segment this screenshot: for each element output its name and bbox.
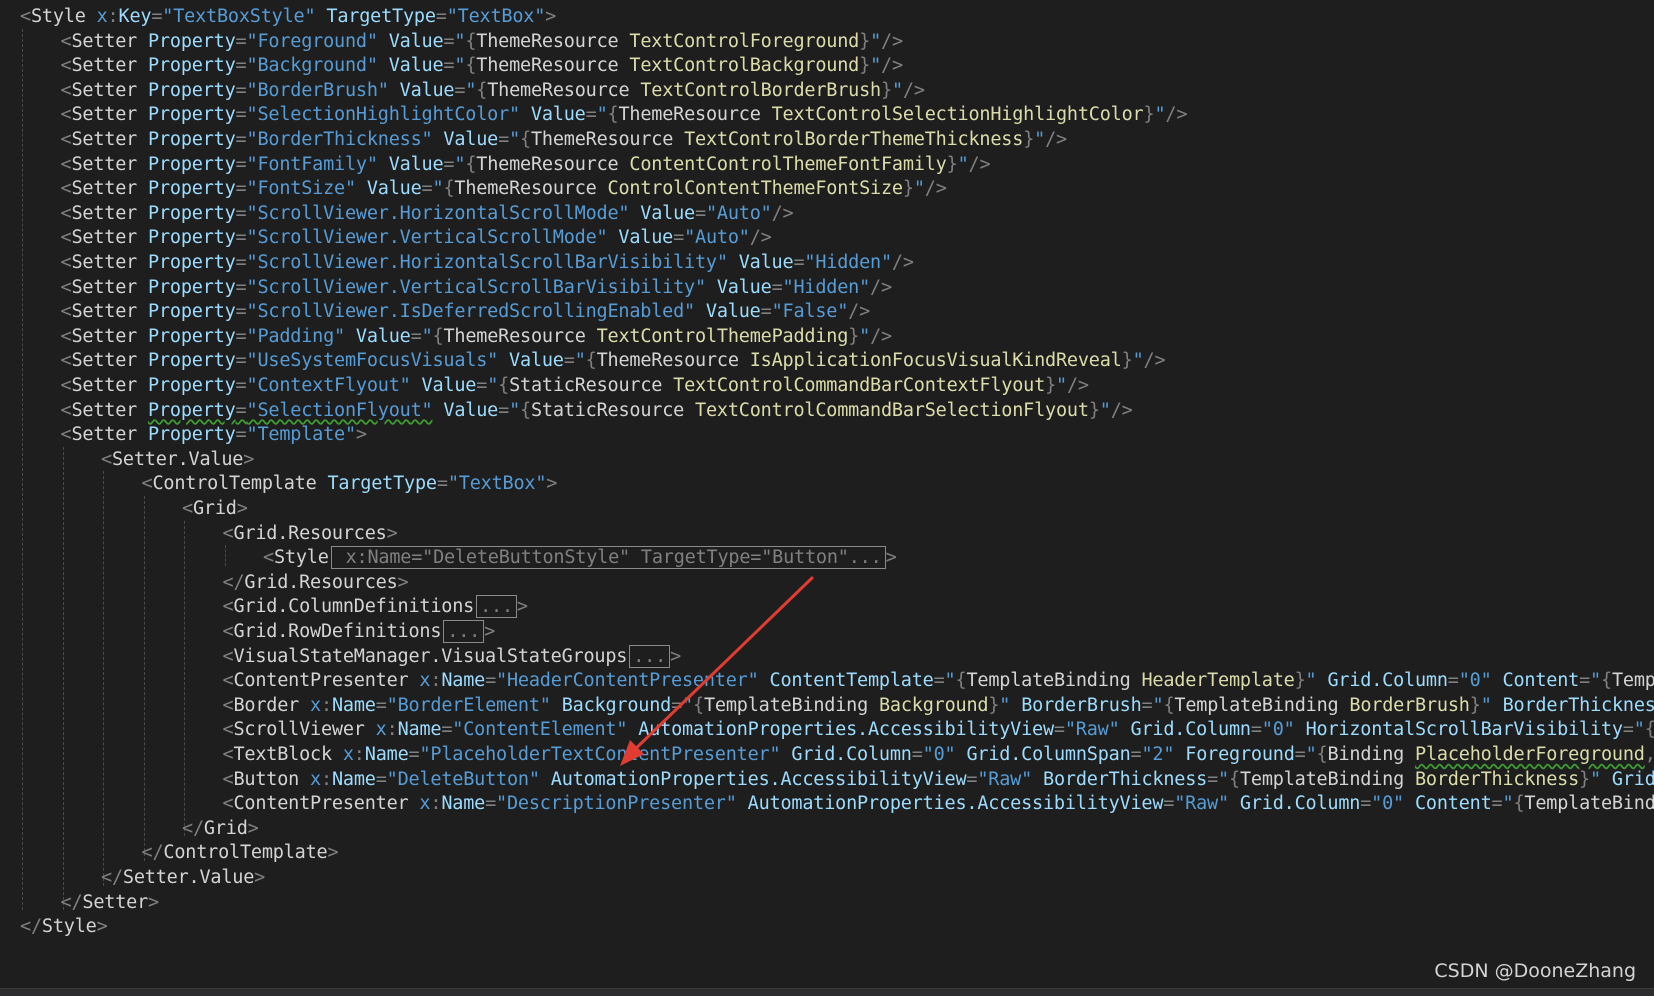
code-editor[interactable]: <Style x:Key="TextBoxStyle" TargetType="… bbox=[0, 0, 1654, 996]
annotation-arrow-line bbox=[626, 576, 814, 758]
watermark: CSDN @DooneZhang bbox=[1434, 960, 1636, 982]
annotation-arrow-layer bbox=[620, 576, 814, 766]
editor-bottom-edge bbox=[0, 988, 1654, 996]
